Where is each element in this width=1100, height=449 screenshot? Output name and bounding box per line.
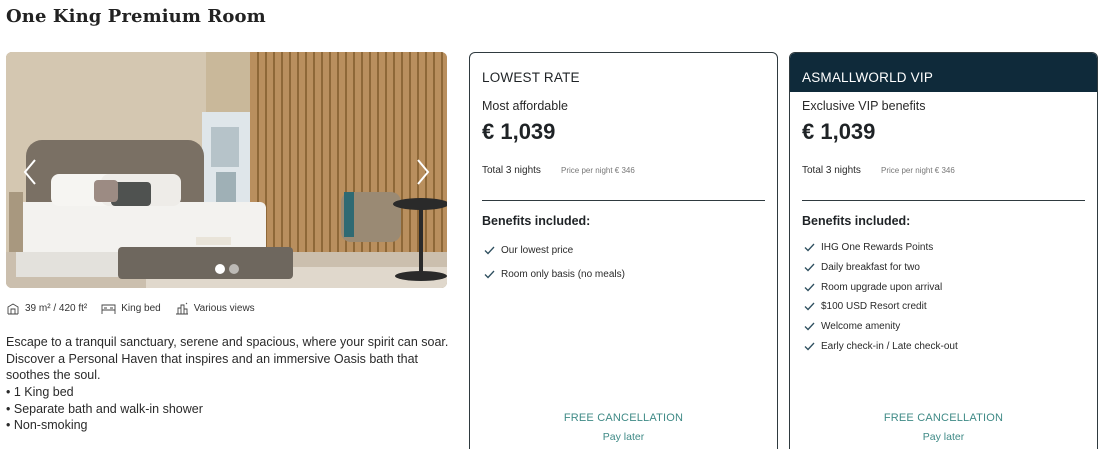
feature-bed: King bed xyxy=(101,303,161,315)
checkmark-icon xyxy=(484,246,495,254)
carousel-dot[interactable] xyxy=(228,264,239,274)
benefit-label: $100 USD Resort credit xyxy=(821,301,927,313)
carousel-prev-button[interactable] xyxy=(18,155,42,189)
benefit-item: $100 USD Resort credit xyxy=(804,297,958,317)
rate-price-per-night: Price per night € 346 xyxy=(881,166,955,175)
list-item: Non-smoking xyxy=(6,417,203,434)
room-size-icon xyxy=(7,302,19,314)
feature-views: Various views xyxy=(175,302,255,315)
feature-label: King bed xyxy=(121,303,161,314)
checkmark-icon xyxy=(804,283,815,292)
list-item: 1 King bed xyxy=(6,384,203,401)
benefits-heading: Benefits included: xyxy=(802,214,911,228)
room-highlights: 1 King bed Separate bath and walk-in sho… xyxy=(6,384,203,434)
city-view-icon xyxy=(175,302,188,315)
checkmark-icon xyxy=(804,342,815,351)
feature-label: 39 m² / 420 ft² xyxy=(25,303,88,314)
divider xyxy=(802,200,1085,201)
benefit-item: Welcome amenity xyxy=(804,317,958,337)
rate-price-per-night: Price per night € 346 xyxy=(561,166,635,175)
benefit-item: Early check-in / Late check-out xyxy=(804,336,958,356)
rate-card-lowest[interactable]: LOWEST RATE Most affordable € 1,039 Tota… xyxy=(469,52,778,449)
rate-card-vip[interactable]: ASMALLWORLD VIP Exclusive VIP benefits €… xyxy=(789,52,1098,449)
divider xyxy=(482,200,765,201)
pay-later-label: Pay later xyxy=(602,431,645,443)
rate-price: € 1,039 xyxy=(802,119,876,144)
feature-label: Various views xyxy=(193,303,255,314)
benefits-list: Our lowest price Room only basis (no mea… xyxy=(484,238,625,286)
benefit-item: Room upgrade upon arrival xyxy=(804,277,958,297)
checkmark-icon xyxy=(804,263,815,272)
benefit-item: Room only basis (no meals) xyxy=(484,262,625,286)
benefit-label: Daily breakfast for two xyxy=(821,262,920,274)
benefit-label: Our lowest price xyxy=(501,244,574,256)
rate-price: € 1,039 xyxy=(482,119,556,144)
room-photo xyxy=(6,52,447,288)
checkmark-icon xyxy=(804,243,815,252)
feature-room-size: 39 m² / 420 ft² xyxy=(6,302,88,315)
chevron-right-icon xyxy=(417,159,430,185)
checkmark-icon xyxy=(804,322,815,331)
benefit-item: IHG One Rewards Points xyxy=(804,238,958,258)
chevron-left-icon xyxy=(23,159,36,185)
room-features: 39 m² / 420 ft² King bed Various views xyxy=(6,302,269,315)
benefit-label: IHG One Rewards Points xyxy=(821,242,934,254)
room-photo-carousel[interactable] xyxy=(6,52,447,288)
benefits-list: IHG One Rewards Points Daily breakfast f… xyxy=(804,238,958,356)
rate-subtitle: Most affordable xyxy=(482,99,568,113)
bed-icon xyxy=(101,304,116,314)
free-cancellation-label: FREE CANCELLATION xyxy=(883,412,1004,424)
benefit-label: Welcome amenity xyxy=(821,321,901,333)
carousel-dot-active[interactable] xyxy=(214,264,225,274)
room-title: One King Premium Room xyxy=(6,6,266,27)
benefit-label: Room only basis (no meals) xyxy=(501,268,625,280)
rate-card-header: ASMALLWORLD VIP xyxy=(790,53,1097,92)
pay-later-label: Pay later xyxy=(922,431,965,443)
rate-total-nights: Total 3 nights xyxy=(802,165,861,176)
carousel-next-button[interactable] xyxy=(411,155,435,189)
rate-card-header: LOWEST RATE xyxy=(482,70,580,85)
benefit-item: Our lowest price xyxy=(484,238,625,262)
rate-subtitle: Exclusive VIP benefits xyxy=(802,99,926,113)
carousel-pagination xyxy=(6,264,447,274)
checkmark-icon xyxy=(484,270,495,278)
benefits-heading: Benefits included: xyxy=(482,214,591,228)
list-item: Separate bath and walk-in shower xyxy=(6,401,203,418)
checkmark-icon xyxy=(804,302,815,311)
free-cancellation-label: FREE CANCELLATION xyxy=(563,412,684,424)
benefit-item: Daily breakfast for two xyxy=(804,258,958,278)
benefit-label: Room upgrade upon arrival xyxy=(821,281,943,293)
room-description: Escape to a tranquil sanctuary, serene a… xyxy=(6,335,449,382)
rate-total-nights: Total 3 nights xyxy=(482,165,541,176)
benefit-label: Early check-in / Late check-out xyxy=(821,340,958,352)
